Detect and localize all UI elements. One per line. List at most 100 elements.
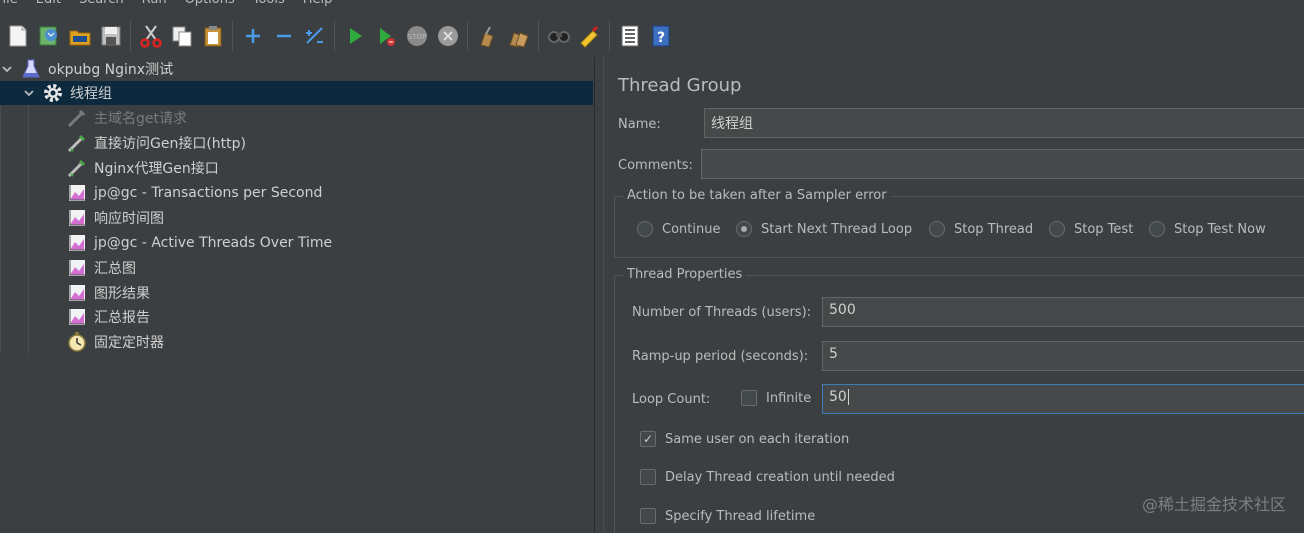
toolbar-separator	[538, 21, 539, 51]
start-no-pauses-icon[interactable]	[370, 20, 401, 52]
graph-icon	[66, 282, 88, 304]
radio-label: Stop Thread	[954, 221, 1034, 237]
tree-item-root[interactable]: okpubg Nginx测试	[0, 57, 173, 81]
thread-properties-title: Thread Properties	[623, 267, 747, 282]
menu-tools[interactable]: Tools	[244, 0, 294, 9]
toolbar-separator	[467, 21, 468, 51]
tree-item-child[interactable]: 汇总报告	[66, 305, 150, 329]
tree-item-child[interactable]: jp@gc - Active Threads Over Time	[66, 231, 332, 255]
radio-circle[interactable]	[736, 221, 752, 237]
tree-item-child[interactable]: 响应时间图	[66, 206, 164, 230]
save-icon[interactable]	[95, 20, 126, 52]
rampup-field[interactable]: 5	[822, 341, 1304, 371]
tree-item-child[interactable]: 图形结果	[66, 281, 150, 305]
menu-options[interactable]: Options	[176, 0, 244, 9]
radio-stop-test-now[interactable]: Stop Test Now	[1149, 221, 1266, 237]
function-helper-icon[interactable]	[614, 20, 645, 52]
rampup-label: Ramp-up period (seconds):	[632, 349, 809, 364]
clear-icon[interactable]	[472, 20, 503, 52]
page-title: Thread Group	[618, 75, 742, 96]
same-user-checkbox[interactable]: ✓ Same user on each iteration	[640, 431, 849, 447]
tree-item-child[interactable]: 直接访问Gen接口(http)	[66, 131, 246, 155]
start-icon[interactable]	[339, 20, 370, 52]
chevron-down-icon[interactable]	[0, 62, 14, 76]
tree-item-child[interactable]: 固定定时器	[66, 330, 164, 354]
shutdown-icon[interactable]	[432, 20, 463, 52]
tree-label-child: 汇总报告	[94, 310, 150, 326]
radio-start-next-thread-loop[interactable]: Start Next Thread Loop	[736, 221, 912, 237]
radio-stop-test[interactable]: Stop Test	[1049, 221, 1133, 237]
same-user-label: Same user on each iteration	[665, 431, 850, 447]
tree-guide-line	[28, 105, 29, 353]
tree-label-child: 响应时间图	[94, 211, 164, 227]
menu-help[interactable]: Help	[294, 0, 342, 9]
infinite-label: Infinite	[766, 390, 812, 406]
new-icon[interactable]	[2, 20, 33, 52]
templates-icon[interactable]	[33, 20, 64, 52]
threads-field[interactable]: 500	[822, 297, 1304, 327]
checkbox-box[interactable]	[640, 508, 656, 524]
comments-field[interactable]	[701, 149, 1304, 179]
tree-guide-line	[0, 81, 1, 351]
toolbar-separator	[334, 21, 335, 51]
loop-count-field[interactable]: 50	[822, 384, 1304, 414]
radio-circle[interactable]	[1049, 221, 1065, 237]
collapse-icon[interactable]	[268, 20, 299, 52]
delay-creation-checkbox[interactable]: Delay Thread creation until needed	[640, 469, 895, 485]
thread-group-panel: Thread Group Name: 线程组 Comments: Action …	[604, 57, 1304, 533]
tree-item-child[interactable]: Nginx代理Gen接口	[66, 156, 219, 180]
tree-item-child[interactable]: 汇总图	[66, 256, 136, 280]
test-plan-tree: okpubg Nginx测试 线程组 主域名get请求 直接访问Gen接口(ht…	[0, 57, 594, 533]
copy-icon[interactable]	[166, 20, 197, 52]
radio-stop-thread[interactable]: Stop Thread	[929, 221, 1033, 237]
menu-bar: File Edit Search Run Options Tools Help	[0, 0, 1304, 9]
radio-circle[interactable]	[929, 221, 945, 237]
radio-label: Stop Test	[1074, 221, 1134, 237]
search-icon[interactable]	[543, 20, 574, 52]
radio-label: Continue	[662, 221, 721, 237]
tree-label-child: 固定定时器	[94, 335, 164, 351]
clear-all-icon[interactable]	[503, 20, 534, 52]
loop-count-label: Loop Count:	[632, 392, 711, 407]
reset-search-icon[interactable]	[574, 20, 605, 52]
open-icon[interactable]	[64, 20, 95, 52]
stop-icon[interactable]: STOP	[401, 20, 432, 52]
menu-edit[interactable]: Edit	[27, 0, 70, 9]
tree-item-child[interactable]: jp@gc - Transactions per Second	[66, 181, 322, 205]
tree-label-child: Nginx代理Gen接口	[94, 161, 219, 177]
action-section-title: Action to be taken after a Sampler error	[623, 188, 891, 203]
radio-continue[interactable]: Continue	[637, 221, 720, 237]
graph-icon	[66, 306, 88, 328]
checkbox-box[interactable]	[741, 390, 757, 406]
sampler-icon	[66, 107, 88, 129]
graph-icon	[66, 207, 88, 229]
infinite-checkbox[interactable]: Infinite	[741, 390, 811, 406]
cut-icon[interactable]	[135, 20, 166, 52]
radio-circle[interactable]	[637, 221, 653, 237]
split-pane-divider[interactable]	[594, 57, 604, 533]
toggle-icon[interactable]	[299, 20, 330, 52]
tree-item-child[interactable]: 主域名get请求	[66, 106, 187, 130]
sampler-icon	[66, 132, 88, 154]
paste-icon[interactable]	[197, 20, 228, 52]
name-field[interactable]: 线程组	[704, 108, 1304, 138]
tree-item-thread-group[interactable]: 线程组	[0, 81, 593, 105]
chevron-down-icon[interactable]	[22, 86, 36, 100]
checkmark-icon[interactable]: ✓	[640, 431, 656, 447]
timer-icon	[66, 331, 88, 353]
radio-label: Stop Test Now	[1174, 221, 1266, 237]
help-icon[interactable]: ?	[645, 20, 676, 52]
toolbar: STOP ?	[0, 14, 1304, 58]
menu-run[interactable]: Run	[133, 0, 176, 9]
svg-text:?: ?	[656, 30, 664, 46]
thread-lifetime-checkbox[interactable]: Specify Thread lifetime	[640, 508, 815, 524]
sampler-icon	[66, 157, 88, 179]
tree-label-child: jp@gc - Active Threads Over Time	[94, 235, 333, 251]
menu-search[interactable]: Search	[70, 0, 133, 9]
expand-icon[interactable]	[237, 20, 268, 52]
checkbox-box[interactable]	[640, 469, 656, 485]
tree-label-child: 直接访问Gen接口(http)	[94, 136, 246, 152]
menu-file[interactable]: File	[0, 0, 27, 9]
delay-creation-label: Delay Thread creation until needed	[665, 469, 895, 485]
radio-circle[interactable]	[1149, 221, 1165, 237]
